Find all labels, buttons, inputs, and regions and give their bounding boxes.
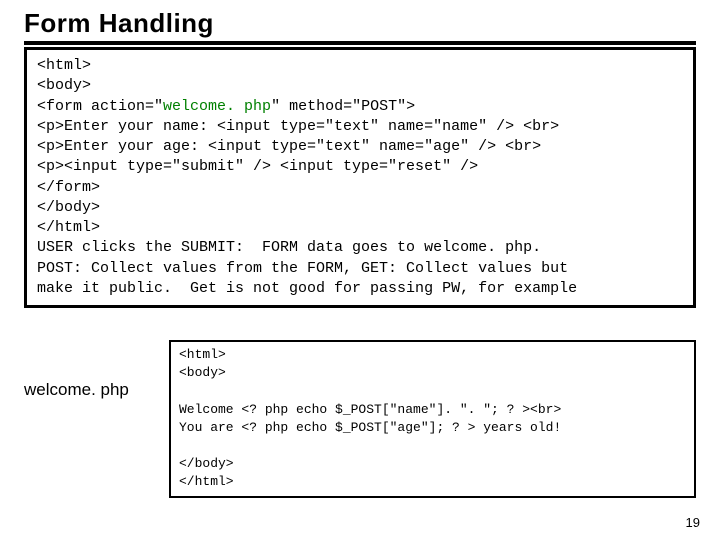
code-line: <p>Enter your age: <input type="text" na… [37, 138, 541, 155]
code-line: <form action=" [37, 98, 163, 115]
lower-section: welcome. php <html> <body> Welcome <? ph… [24, 340, 696, 498]
code-line: <html> [179, 347, 226, 362]
code-line: Welcome <? php echo $_POST["name"]. ". "… [179, 402, 561, 417]
code-box-welcome: <html> <body> Welcome <? php echo $_POST… [169, 340, 696, 498]
code-highlight: welcome. php [163, 98, 271, 115]
code-line: make it public. Get is not good for pass… [37, 280, 577, 297]
code-line: </body> [179, 456, 234, 471]
code-line: You are <? php echo $_POST["age"]; ? > y… [179, 420, 561, 435]
code-line: " method="POST"> [271, 98, 415, 115]
code-line: <html> [37, 57, 91, 74]
page-number: 19 [686, 515, 700, 530]
code-line: </html> [37, 219, 100, 236]
code-line: <body> [179, 365, 226, 380]
code-line: <p>Enter your name: <input type="text" n… [37, 118, 559, 135]
slide-title: Form Handling [24, 8, 696, 45]
code-line: POST: Collect values from the FORM, GET:… [37, 260, 568, 277]
file-label: welcome. php [24, 340, 169, 400]
code-line: </form> [37, 179, 100, 196]
code-line: <p><input type="submit" /> <input type="… [37, 158, 478, 175]
code-line: </body> [37, 199, 100, 216]
code-box-main: <html> <body> <form action="welcome. php… [24, 47, 696, 308]
code-line: <body> [37, 77, 91, 94]
code-line: USER clicks the SUBMIT: FORM data goes t… [37, 239, 541, 256]
code-line: </html> [179, 474, 234, 489]
